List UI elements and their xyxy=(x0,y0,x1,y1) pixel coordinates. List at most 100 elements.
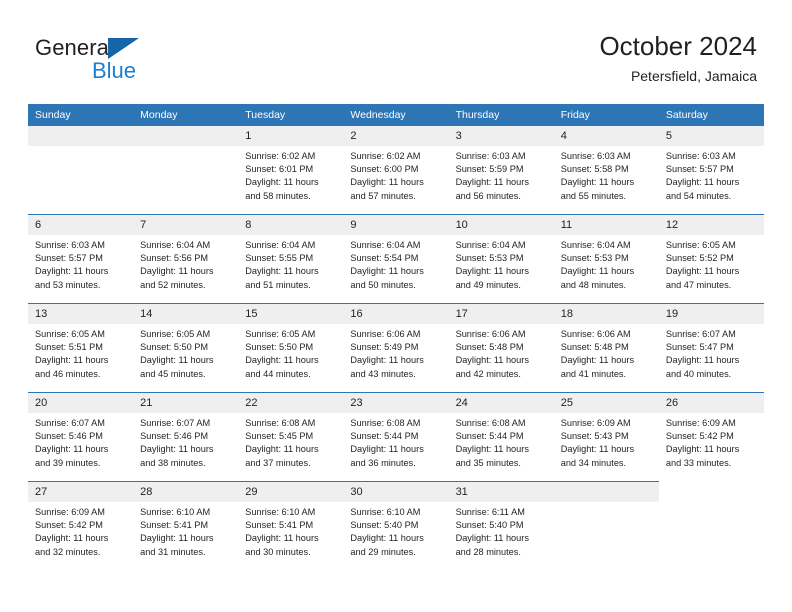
day-sun-info: Sunrise: 6:09 AM Sunset: 5:42 PM Daylight:… xyxy=(659,413,764,470)
calendar-day-cell[interactable]: 14 Sunrise: 6:05 AM Sunset: 5:50 PM Dayligh… xyxy=(133,303,239,393)
calendar-day-cell[interactable]: 24 Sunrise: 6:08 AM Sunset: 5:44 PM Dayligh… xyxy=(448,392,554,482)
calendar-day-cell xyxy=(658,481,764,570)
sunrise-text: Sunrise: 6:04 AM xyxy=(350,240,421,250)
calendar-day-cell[interactable]: 8 Sunrise: 6:04 AM Sunset: 5:55 PM Daylight… xyxy=(238,214,344,304)
calendar-day-cell[interactable]: 7 Sunrise: 6:04 AM Sunset: 5:56 PM Daylight… xyxy=(133,214,239,304)
sunrise-text: Sunrise: 6:04 AM xyxy=(560,240,631,250)
sunset-text: Sunset: 5:44 PM xyxy=(455,431,524,442)
calendar-day-cell[interactable]: 26 Sunrise: 6:09 AM Sunset: 5:42 PM Dayligh… xyxy=(658,392,764,482)
day-number: 17 xyxy=(448,304,554,324)
day-cell-inner: 14 Sunrise: 6:05 AM Sunset: 5:50 PM Dayligh… xyxy=(133,304,239,392)
day-number: 30 xyxy=(343,482,449,502)
calendar-day-cell[interactable]: 20 Sunrise: 6:07 AM Sunset: 5:46 PM Dayligh… xyxy=(28,392,134,482)
weekday-header-saturday: Saturday xyxy=(658,104,764,126)
day-number: 31 xyxy=(448,482,554,502)
calendar-day-cell[interactable]: 15 Sunrise: 6:05 AM Sunset: 5:50 PM Dayligh… xyxy=(238,303,344,393)
weekday-header-thursday: Thursday xyxy=(448,104,554,126)
calendar-day-cell[interactable]: 16 Sunrise: 6:06 AM Sunset: 5:49 PM Dayligh… xyxy=(343,303,449,393)
sunset-text: Sunset: 5:40 PM xyxy=(455,520,524,531)
day-sun-info: Sunrise: 6:05 AM Sunset: 5:50 PM Daylight:… xyxy=(238,324,343,381)
day-sun-info: Sunrise: 6:04 AM Sunset: 5:55 PM Daylight:… xyxy=(238,235,343,292)
daylight-text-line1: Daylight: 11 hours xyxy=(245,266,319,277)
day-sun-info: Sunrise: 6:06 AM Sunset: 5:49 PM Daylight:… xyxy=(343,324,448,381)
calendar-day-cell[interactable]: 22 Sunrise: 6:08 AM Sunset: 5:45 PM Dayligh… xyxy=(238,392,344,482)
sunset-text: Sunset: 5:40 PM xyxy=(350,520,419,531)
calendar-day-cell[interactable]: 13 Sunrise: 6:05 AM Sunset: 5:51 PM Dayligh… xyxy=(28,303,134,393)
daylight-text-line1: Daylight: 11 hours xyxy=(455,177,529,188)
calendar-day-cell xyxy=(28,126,134,215)
general-blue-logo[interactable]: General Blue xyxy=(35,36,255,88)
daylight-text-line1: Daylight: 11 hours xyxy=(245,444,319,455)
sunset-text: Sunset: 5:59 PM xyxy=(455,164,524,175)
calendar-table: Sunday Monday Tuesday Wednesday Thursday… xyxy=(28,104,764,570)
calendar-day-cell[interactable]: 10 Sunrise: 6:04 AM Sunset: 5:53 PM Dayligh… xyxy=(448,214,554,304)
day-sun-info: Sunrise: 6:04 AM Sunset: 5:53 PM Daylight:… xyxy=(449,235,554,292)
calendar-day-cell[interactable]: 4 Sunrise: 6:03 AM Sunset: 5:58 PM Daylight… xyxy=(553,126,659,215)
daylight-text-line1: Daylight: 11 hours xyxy=(350,444,424,455)
sunset-text: Sunset: 5:53 PM xyxy=(455,253,524,264)
sunrise-text: Sunrise: 6:06 AM xyxy=(455,329,526,339)
sunrise-text: Sunrise: 6:08 AM xyxy=(245,418,316,428)
sunset-text: Sunset: 5:57 PM xyxy=(35,253,103,264)
daylight-text-line1: Daylight: 11 hours xyxy=(455,266,529,277)
calendar-day-cell[interactable]: 12 Sunrise: 6:05 AM Sunset: 5:52 PM Dayligh… xyxy=(658,214,764,304)
day-sun-info: Sunrise: 6:03 AM Sunset: 5:57 PM Daylight:… xyxy=(659,146,764,203)
calendar-day-cell[interactable]: 9 Sunrise: 6:04 AM Sunset: 5:54 PM Daylight… xyxy=(343,214,449,304)
day-sun-info: Sunrise: 6:04 AM Sunset: 5:53 PM Daylight:… xyxy=(554,235,659,292)
calendar-day-cell[interactable]: 21 Sunrise: 6:07 AM Sunset: 5:46 PM Dayligh… xyxy=(133,392,239,482)
calendar-day-cell[interactable]: 17 Sunrise: 6:06 AM Sunset: 5:48 PM Dayligh… xyxy=(448,303,554,393)
day-number: 6 xyxy=(28,215,134,235)
calendar-day-cell[interactable]: 3 Sunrise: 6:03 AM Sunset: 5:59 PM Daylight… xyxy=(448,126,554,215)
day-cell-inner: 23 Sunrise: 6:08 AM Sunset: 5:44 PM Dayligh… xyxy=(343,393,449,481)
day-number: 19 xyxy=(658,304,764,324)
daylight-text-line2: and 52 minutes. xyxy=(140,279,206,290)
calendar-day-cell[interactable]: 1 Sunrise: 6:02 AM Sunset: 6:01 PM Daylight… xyxy=(238,126,344,215)
daylight-text-line2: and 44 minutes. xyxy=(245,368,311,379)
daylight-text-line1: Daylight: 11 hours xyxy=(665,266,740,277)
sunset-text: Sunset: 5:45 PM xyxy=(245,431,314,442)
sunset-text: Sunset: 5:50 PM xyxy=(140,342,209,353)
daylight-text-line1: Daylight: 11 hours xyxy=(350,355,424,366)
day-cell-inner: 8 Sunrise: 6:04 AM Sunset: 5:55 PM Daylight… xyxy=(238,215,344,303)
day-number: 25 xyxy=(553,393,659,413)
sunrise-text: Sunrise: 6:02 AM xyxy=(245,151,316,161)
sunrise-text: Sunrise: 6:03 AM xyxy=(35,240,105,250)
daylight-text-line1: Daylight: 11 hours xyxy=(665,444,740,455)
sunrise-text: Sunrise: 6:10 AM xyxy=(245,507,316,517)
day-cell-inner: 11 Sunrise: 6:04 AM Sunset: 5:53 PM Dayligh… xyxy=(553,215,659,303)
calendar-day-cell[interactable]: 30 Sunrise: 6:10 AM Sunset: 5:40 PM Dayligh… xyxy=(343,481,449,570)
calendar-day-cell[interactable]: 19 Sunrise: 6:07 AM Sunset: 5:47 PM Dayligh… xyxy=(658,303,764,393)
daylight-text-line2: and 33 minutes. xyxy=(665,457,732,468)
calendar-day-cell[interactable]: 27 Sunrise: 6:09 AM Sunset: 5:42 PM Dayligh… xyxy=(28,481,134,570)
day-cell-inner: 2 Sunrise: 6:02 AM Sunset: 6:00 PM Daylight… xyxy=(343,126,449,214)
day-number xyxy=(659,482,764,502)
day-number: 12 xyxy=(658,215,764,235)
day-cell-inner: 19 Sunrise: 6:07 AM Sunset: 5:47 PM Dayligh… xyxy=(658,304,764,392)
daylight-text-line2: and 57 minutes. xyxy=(350,190,416,201)
calendar-day-cell[interactable]: 5 Sunrise: 6:03 AM Sunset: 5:57 PM Daylight… xyxy=(658,126,764,215)
calendar-day-cell[interactable]: 6 Sunrise: 6:03 AM Sunset: 5:57 PM Daylight… xyxy=(28,214,134,304)
daylight-text-line2: and 31 minutes. xyxy=(140,546,206,557)
calendar-day-cell[interactable]: 23 Sunrise: 6:08 AM Sunset: 5:44 PM Dayligh… xyxy=(343,392,449,482)
calendar-day-cell[interactable]: 2 Sunrise: 6:02 AM Sunset: 6:00 PM Daylight… xyxy=(343,126,449,215)
sunrise-text: Sunrise: 6:07 AM xyxy=(665,329,736,339)
sunset-text: Sunset: 5:53 PM xyxy=(560,253,629,264)
day-cell-inner: 28 Sunrise: 6:10 AM Sunset: 5:41 PM Dayligh… xyxy=(133,482,239,570)
calendar-day-cell[interactable]: 28 Sunrise: 6:10 AM Sunset: 5:41 PM Dayligh… xyxy=(133,481,239,570)
sunrise-text: Sunrise: 6:04 AM xyxy=(245,240,316,250)
day-number: 2 xyxy=(343,126,449,146)
calendar-day-cell[interactable]: 29 Sunrise: 6:10 AM Sunset: 5:41 PM Dayligh… xyxy=(238,481,344,570)
daylight-text-line2: and 29 minutes. xyxy=(350,546,416,557)
daylight-text-line1: Daylight: 11 hours xyxy=(35,266,109,277)
daylight-text-line1: Daylight: 11 hours xyxy=(455,444,529,455)
day-cell-inner: 15 Sunrise: 6:05 AM Sunset: 5:50 PM Dayligh… xyxy=(238,304,344,392)
daylight-text-line1: Daylight: 11 hours xyxy=(245,177,319,188)
sunset-text: Sunset: 5:52 PM xyxy=(665,253,734,264)
calendar-day-cell[interactable]: 31 Sunrise: 6:11 AM Sunset: 5:40 PM Dayligh… xyxy=(448,481,554,570)
calendar-day-cell[interactable]: 11 Sunrise: 6:04 AM Sunset: 5:53 PM Dayligh… xyxy=(553,214,659,304)
day-sun-info: Sunrise: 6:10 AM Sunset: 5:41 PM Daylight:… xyxy=(238,502,343,559)
day-cell-inner: 4 Sunrise: 6:03 AM Sunset: 5:58 PM Daylight… xyxy=(553,126,659,214)
daylight-text-line1: Daylight: 11 hours xyxy=(350,533,424,544)
calendar-day-cell[interactable]: 25 Sunrise: 6:09 AM Sunset: 5:43 PM Dayligh… xyxy=(553,392,659,482)
calendar-day-cell[interactable]: 18 Sunrise: 6:06 AM Sunset: 5:48 PM Dayligh… xyxy=(553,303,659,393)
